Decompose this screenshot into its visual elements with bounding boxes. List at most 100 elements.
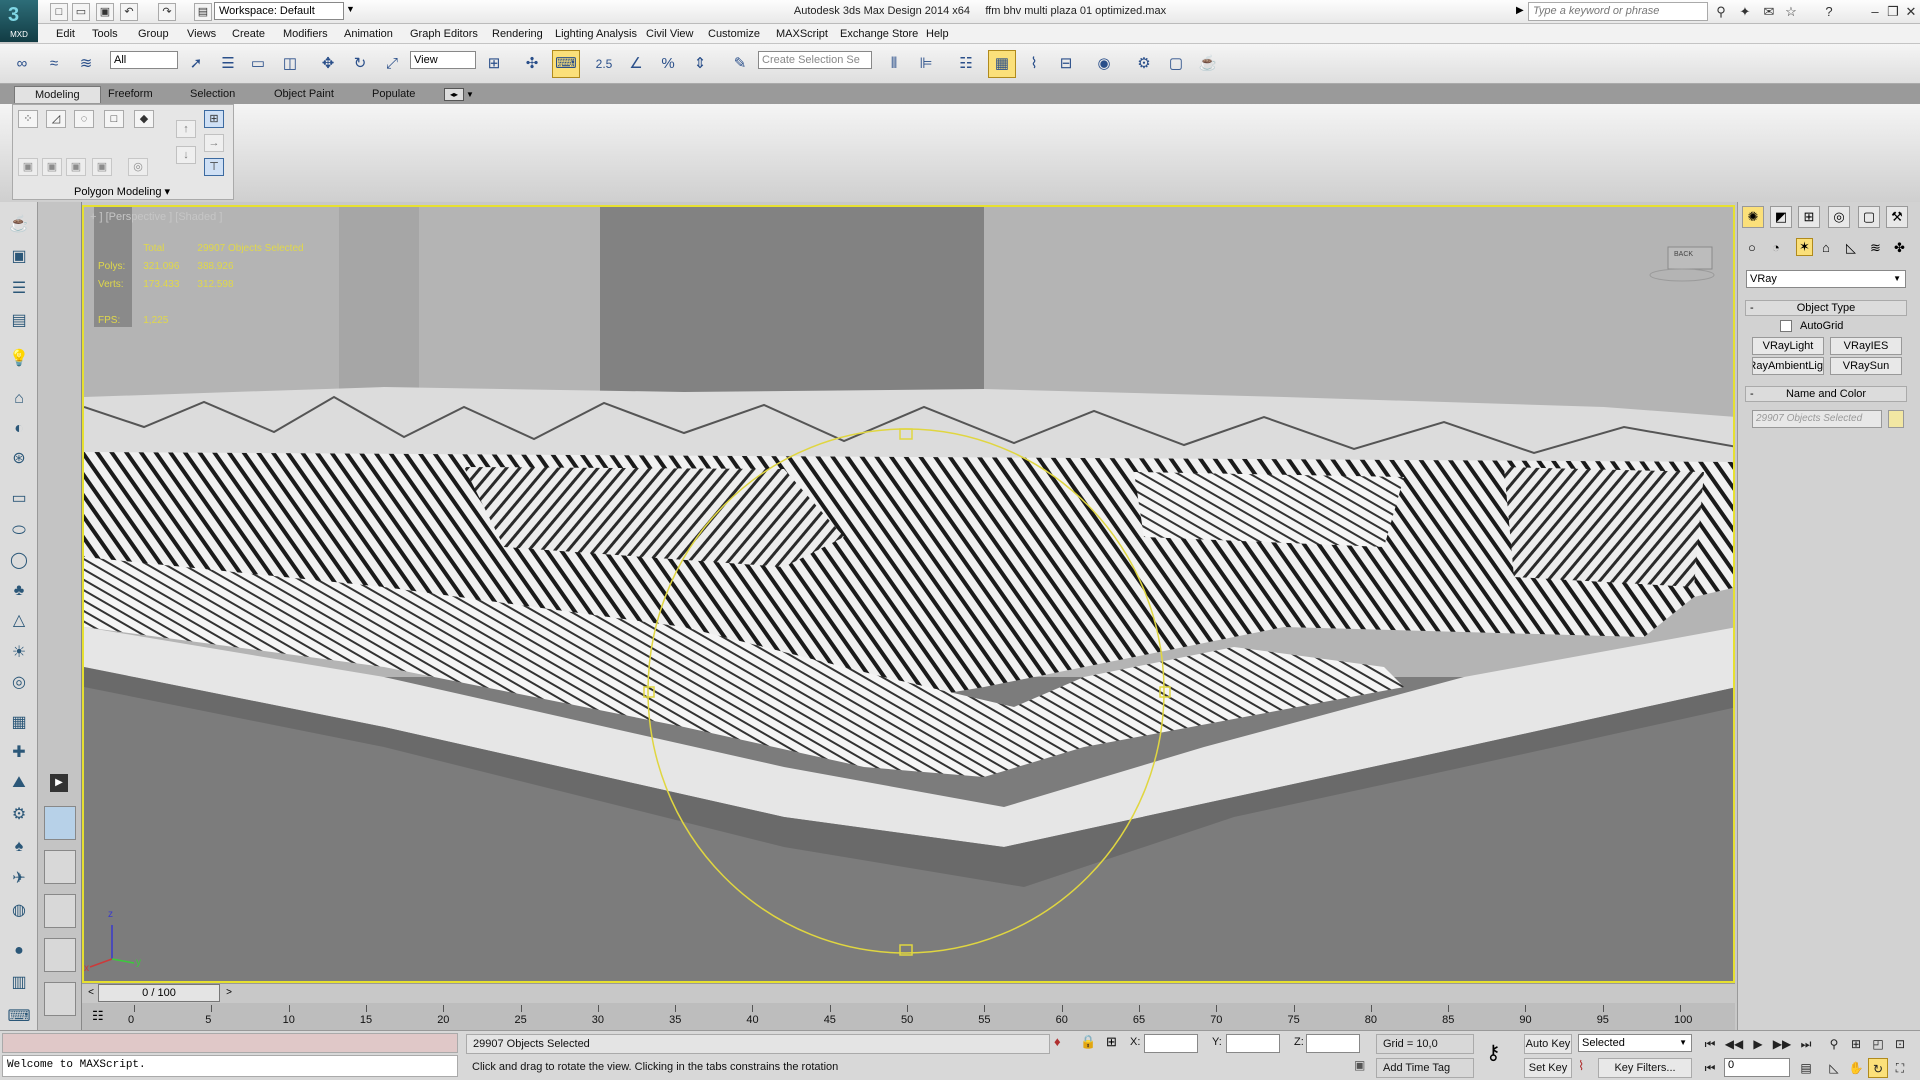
reference-coordinate-dropdown[interactable]: View: [410, 51, 476, 69]
vrayies-button[interactable]: VRayIES: [1830, 337, 1902, 355]
menu-graph-editors[interactable]: Graph Editors: [410, 28, 478, 40]
globe-icon[interactable]: ◍: [6, 898, 32, 924]
show-end-result-icon[interactable]: ⊞: [204, 110, 224, 128]
menu-maxscript[interactable]: MAXScript: [776, 28, 828, 40]
pin-stack-icon[interactable]: ⊤: [204, 158, 224, 176]
set-key-button[interactable]: Set Key: [1524, 1058, 1572, 1078]
graphite-toggle-icon[interactable]: ▦: [988, 50, 1016, 78]
auto-key-button[interactable]: Auto Key: [1524, 1034, 1572, 1054]
ribbon-tab-freeform[interactable]: Freeform: [100, 86, 161, 103]
plant-icon[interactable]: ♣: [6, 578, 32, 604]
perspective-viewport[interactable]: + ] [Perspective ] [Shaded ] Total 29907 …: [82, 205, 1735, 983]
search-input[interactable]: Type a keyword or phrase: [1528, 2, 1708, 21]
ribbon-options-icon[interactable]: ◂▸: [444, 88, 464, 101]
menu-edit[interactable]: Edit: [56, 28, 75, 40]
isolate-selection-icon[interactable]: ♦: [1054, 1034, 1061, 1049]
display-tab-icon[interactable]: ▢: [1858, 206, 1880, 228]
curve-editor-icon[interactable]: ⌇: [1020, 50, 1048, 78]
workspace-chevron-icon[interactable]: ▼: [346, 4, 355, 14]
align-icon[interactable]: ⊫: [912, 50, 940, 78]
maximize-viewport-icon[interactable]: ⛶: [1890, 1058, 1910, 1078]
vrayambientlight-button[interactable]: VRayAmbientLig: [1752, 357, 1824, 375]
shapes-category-icon[interactable]: ◔: [1772, 240, 1780, 255]
systems-category-icon[interactable]: ✤: [1894, 240, 1905, 256]
time-slider-handle[interactable]: 0 / 100: [98, 984, 220, 1002]
percent-snap-icon[interactable]: %: [654, 50, 682, 78]
goto-start-icon[interactable]: ⏮: [1700, 1034, 1720, 1054]
layout-two-vertical-tab[interactable]: [44, 850, 76, 884]
unlink-icon[interactable]: ≈: [40, 50, 68, 78]
default-in-out-icon[interactable]: ⌇: [1578, 1058, 1584, 1074]
rect-selection-icon[interactable]: ▭: [244, 50, 272, 78]
lights-category-icon[interactable]: ✶: [1796, 238, 1813, 256]
field-of-view-icon[interactable]: ◺: [1824, 1058, 1844, 1078]
render-production-icon[interactable]: ☕: [1194, 50, 1222, 78]
named-selection-set-dropdown[interactable]: Create Selection Se: [758, 51, 872, 69]
scale-icon[interactable]: ⤢: [378, 50, 406, 78]
mirror-icon[interactable]: ⫴: [880, 50, 908, 78]
rotate-icon[interactable]: ↻: [346, 50, 374, 78]
link-icon[interactable]: ∞: [8, 50, 36, 78]
time-tag-icon[interactable]: ▣: [1354, 1058, 1365, 1072]
save-file-icon[interactable]: ▣: [96, 3, 114, 21]
list-icon[interactable]: ☰: [6, 276, 32, 302]
current-frame-field[interactable]: 0: [1724, 1058, 1790, 1077]
box-icon[interactable]: ▭: [6, 486, 32, 512]
motion-tab-icon[interactable]: ◎: [1828, 206, 1850, 228]
utilities-tab-icon[interactable]: ⚒: [1886, 206, 1908, 228]
app-menu-button[interactable]: 3 MXD: [0, 0, 38, 42]
key-mode-toggle-icon[interactable]: ⏮: [1700, 1058, 1720, 1078]
object-name-field[interactable]: 29907 Objects Selected: [1752, 410, 1882, 428]
set-key-icon[interactable]: ⚷: [1486, 1040, 1501, 1065]
maxscript-output[interactable]: Welcome to MAXScript.: [2, 1055, 458, 1077]
time-configuration-icon[interactable]: ▤: [1796, 1058, 1816, 1078]
menu-create[interactable]: Create: [232, 28, 265, 40]
previous-frame-icon[interactable]: ◀◀: [1724, 1034, 1744, 1054]
time-next-icon[interactable]: >: [222, 985, 236, 1001]
x-coordinate-field[interactable]: [1144, 1034, 1198, 1053]
add-time-tag-button[interactable]: Add Time Tag: [1376, 1058, 1474, 1078]
edit-named-selection-icon[interactable]: ✎: [726, 50, 754, 78]
layout-three-tab[interactable]: [44, 894, 76, 928]
cameras-category-icon[interactable]: ⌂: [1822, 240, 1830, 255]
ribbon-chevron-icon[interactable]: ▼: [466, 90, 474, 99]
preserve-uvs-icon[interactable]: ◎: [128, 158, 148, 176]
move-icon[interactable]: ✥: [314, 50, 342, 78]
ring-selection-icon[interactable]: ▣: [66, 158, 86, 176]
film-icon[interactable]: ⊛: [6, 446, 32, 472]
help-icon[interactable]: ?: [1820, 4, 1838, 20]
goto-end-icon[interactable]: ⏭: [1796, 1034, 1816, 1054]
menu-civil-view[interactable]: Civil View: [646, 28, 693, 40]
zoom-extents-icon[interactable]: ◰: [1868, 1034, 1888, 1054]
key-mode-dropdown[interactable]: Selected ▼: [1578, 1034, 1692, 1052]
grow-selection-icon[interactable]: ▣: [18, 158, 38, 176]
minimize-icon[interactable]: –: [1866, 4, 1884, 20]
ribbon-tab-modeling[interactable]: Modeling: [14, 86, 101, 103]
modify-mode-up-icon[interactable]: ↑: [176, 120, 196, 138]
y-coordinate-field[interactable]: [1226, 1034, 1280, 1053]
binoculars-icon[interactable]: ⚲: [1712, 4, 1730, 20]
render-setup-icon[interactable]: ⚙: [1130, 50, 1158, 78]
spinner-snap-icon[interactable]: ⇕: [686, 50, 714, 78]
window-crossing-icon[interactable]: ◫: [276, 50, 304, 78]
select-by-name-icon[interactable]: ☰: [214, 50, 242, 78]
menu-views[interactable]: Views: [187, 28, 216, 40]
pan-view-icon[interactable]: ✋: [1846, 1058, 1866, 1078]
material-editor-icon[interactable]: ◉: [1090, 50, 1118, 78]
light-category-dropdown[interactable]: VRay ▼: [1746, 270, 1906, 288]
zoom-extents-all-icon[interactable]: ⊡: [1890, 1034, 1910, 1054]
menu-animation[interactable]: Animation: [344, 28, 393, 40]
create-tab-icon[interactable]: ✺: [1742, 206, 1764, 228]
layout-four-tab[interactable]: [44, 938, 76, 972]
figure-icon[interactable]: ✈: [6, 866, 32, 892]
close-icon[interactable]: ✕: [1902, 4, 1920, 20]
element-subobject-icon[interactable]: ◆: [134, 110, 154, 128]
favorites-star-icon[interactable]: ☆: [1782, 4, 1800, 20]
project-folder-icon[interactable]: ▤: [194, 3, 212, 21]
select-manipulate-icon[interactable]: ✣: [518, 50, 546, 78]
menu-lighting-analysis[interactable]: Lighting Analysis: [555, 28, 637, 40]
undo-icon[interactable]: ↶: [120, 3, 138, 21]
loop-selection-icon[interactable]: ▣: [92, 158, 112, 176]
angle-snap-icon[interactable]: ∠: [622, 50, 650, 78]
key-filters-button[interactable]: Key Filters...: [1598, 1058, 1692, 1078]
